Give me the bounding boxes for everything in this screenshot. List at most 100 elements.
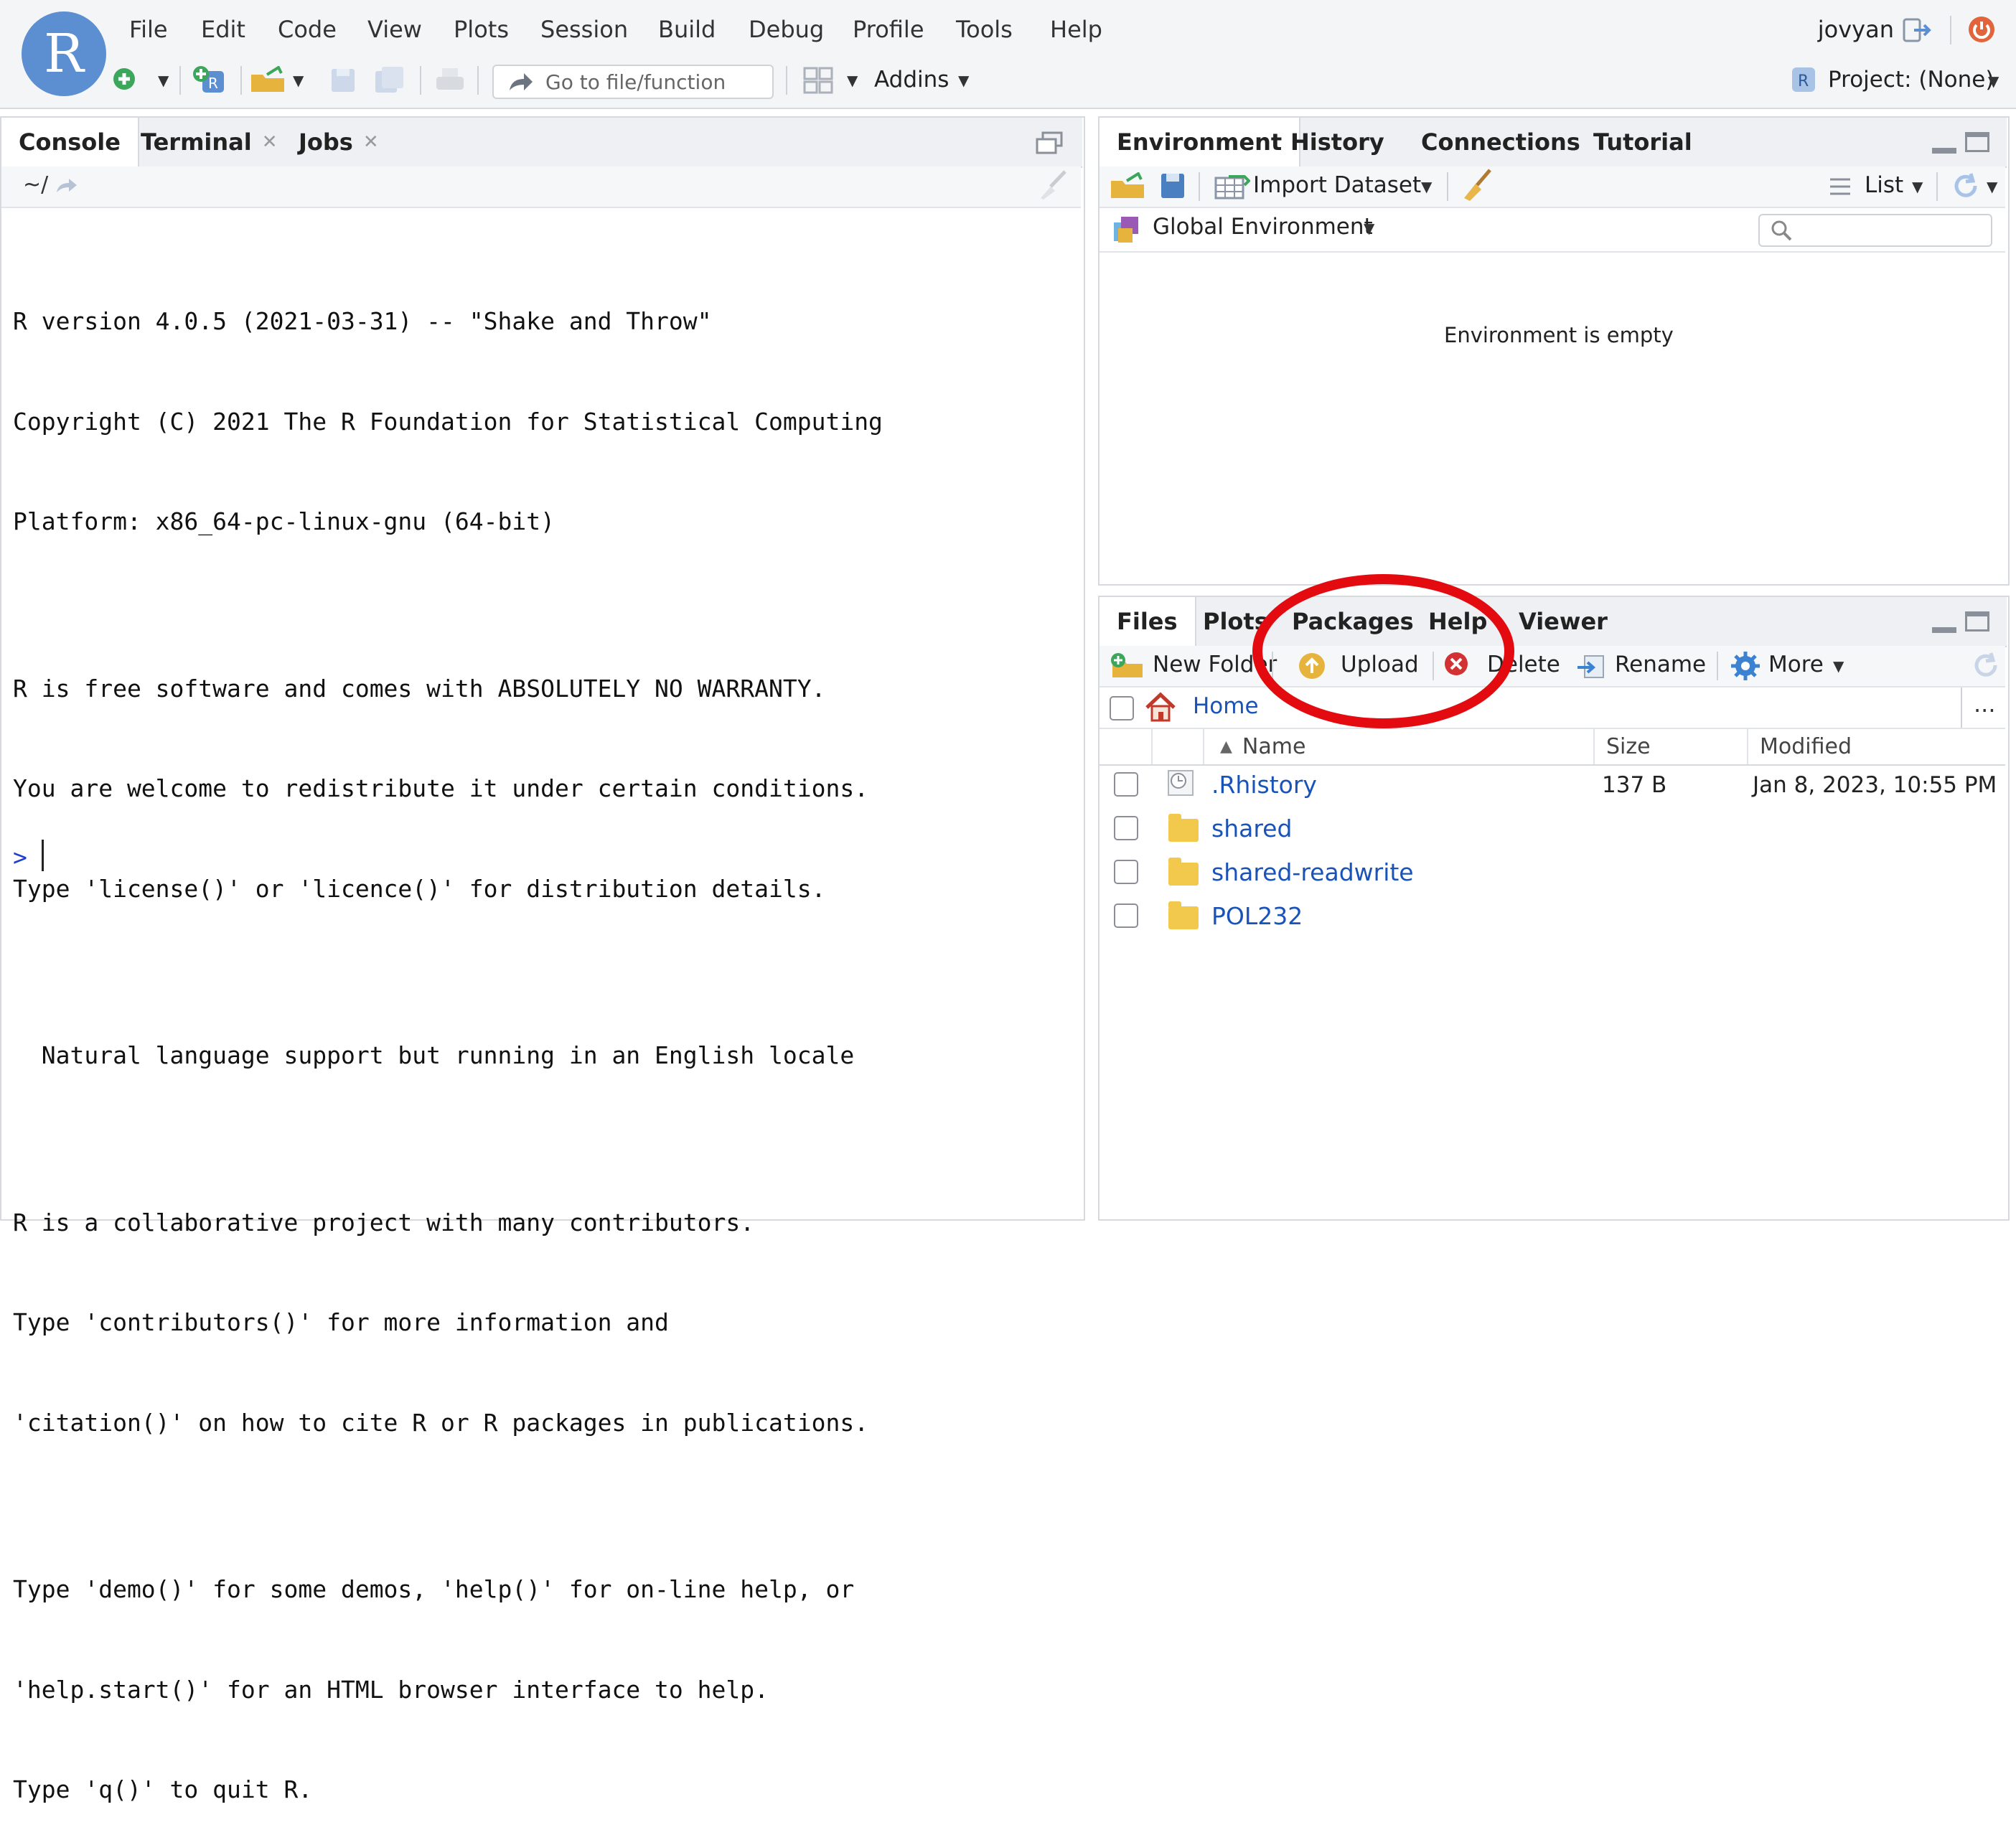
save-workspace-icon[interactable]	[1160, 172, 1186, 200]
highlight-ring	[1252, 574, 1514, 728]
grid-dropdown[interactable]: ▼	[847, 72, 858, 89]
broom-icon[interactable]	[1461, 168, 1493, 201]
tab-viewer[interactable]: Viewer	[1501, 597, 1625, 646]
menu-edit[interactable]: Edit	[201, 16, 245, 43]
environment-search-input[interactable]	[1758, 214, 1992, 247]
print-icon[interactable]	[435, 66, 465, 95]
menu-help[interactable]: Help	[1050, 16, 1102, 43]
file-name[interactable]: POL232	[1211, 902, 1303, 930]
tab-console[interactable]: Console	[1, 118, 139, 166]
tab-connections[interactable]: Connections	[1404, 118, 1598, 166]
logout-icon[interactable]	[1902, 16, 1933, 44]
separator	[1593, 728, 1595, 764]
more-caret-icon: ▼	[1833, 657, 1844, 675]
column-name[interactable]: ▲ Name	[1220, 728, 1305, 764]
save-all-icon[interactable]	[373, 65, 406, 96]
new-file-icon[interactable]	[111, 66, 137, 92]
maximize-icon[interactable]	[1965, 132, 1989, 152]
project-caret-icon: ▼	[1988, 72, 1999, 90]
console-line: Type 'demo()' for some demos, 'help()' f…	[13, 1575, 855, 1603]
tab-history[interactable]: History	[1273, 118, 1402, 166]
menu-tools[interactable]: Tools	[956, 16, 1013, 43]
tab-jobs[interactable]: Jobs ✕	[281, 118, 396, 166]
minimize-icon[interactable]	[1932, 627, 1956, 633]
column-modified[interactable]: Modified	[1760, 728, 1852, 764]
menu-file[interactable]: File	[129, 16, 168, 43]
row-checkbox[interactable]	[1114, 903, 1138, 928]
tab-terminal[interactable]: Terminal ✕	[123, 118, 295, 166]
close-icon[interactable]: ✕	[262, 131, 278, 153]
separator	[240, 66, 242, 95]
tab-files[interactable]: Files	[1100, 597, 1196, 646]
open-dropdown[interactable]: ▼	[293, 72, 304, 89]
power-icon[interactable]	[1966, 14, 1997, 44]
file-row[interactable]: .Rhistory 137 B Jan 8, 2023, 10:55 PM	[1100, 766, 2002, 810]
breadcrumb-home[interactable]: Home	[1193, 693, 1259, 719]
tab-tutorial[interactable]: Tutorial	[1576, 118, 1710, 166]
maximize-icon[interactable]	[1965, 611, 1989, 632]
row-checkbox[interactable]	[1114, 860, 1138, 884]
goto-file-function-input[interactable]: Go to file/function	[492, 65, 774, 99]
restore-pane-icon[interactable]	[1035, 131, 1064, 155]
load-workspace-icon[interactable]	[1110, 172, 1147, 201]
goto-dir-icon[interactable]	[55, 177, 79, 195]
refresh-icon[interactable]	[1951, 171, 1981, 201]
menu-session[interactable]: Session	[540, 16, 628, 43]
separator	[1950, 16, 1951, 44]
view-mode-menu[interactable]: List	[1865, 172, 1903, 198]
import-dataset-button[interactable]: Import Dataset	[1253, 172, 1421, 198]
separator	[1151, 728, 1153, 764]
svg-text:R: R	[208, 75, 218, 92]
save-icon[interactable]	[329, 66, 357, 95]
column-size[interactable]: Size	[1606, 728, 1651, 764]
file-row[interactable]: shared-readwrite	[1100, 854, 2002, 898]
file-name[interactable]: shared-readwrite	[1211, 858, 1414, 886]
file-name[interactable]: .Rhistory	[1211, 771, 1317, 799]
console-input-cursor[interactable]	[42, 840, 44, 871]
menu-profile[interactable]: Profile	[853, 16, 924, 43]
environment-scope-menu[interactable]: Global Environment	[1153, 214, 1373, 240]
file-name[interactable]: shared	[1211, 815, 1292, 842]
folder-icon	[1168, 901, 1199, 929]
select-all-checkbox[interactable]	[1110, 696, 1134, 720]
separator	[179, 66, 181, 95]
menu-plots[interactable]: Plots	[454, 16, 509, 43]
more-path-button[interactable]: ...	[1974, 690, 1996, 718]
home-icon[interactable]	[1144, 692, 1177, 722]
minimize-icon[interactable]	[1932, 148, 1956, 154]
username: jovyan	[1817, 16, 1894, 43]
refresh-caret-icon[interactable]: ▼	[1987, 178, 1997, 195]
import-dataset-caret-icon: ▼	[1421, 178, 1433, 195]
rename-button[interactable]: Rename	[1615, 652, 1706, 677]
project-icon: R	[1789, 65, 1818, 95]
goto-arrow-icon	[510, 73, 533, 90]
console-path[interactable]: ~/	[23, 172, 48, 197]
file-row[interactable]: shared	[1100, 810, 2002, 854]
new-file-dropdown[interactable]: ▼	[158, 72, 169, 89]
console-prompt: >	[13, 843, 27, 871]
addins-menu[interactable]: Addins	[874, 67, 949, 93]
broom-icon[interactable]	[1035, 169, 1069, 201]
console-line: You are welcome to redistribute it under…	[13, 774, 869, 802]
file-row[interactable]: POL232	[1100, 898, 2002, 942]
environment-icon	[1114, 217, 1138, 243]
open-folder-icon[interactable]	[250, 66, 287, 95]
row-checkbox[interactable]	[1114, 772, 1138, 797]
new-project-icon[interactable]: R	[190, 63, 229, 98]
menu-build[interactable]: Build	[658, 16, 716, 43]
menu-debug[interactable]: Debug	[749, 16, 824, 43]
menu-view[interactable]: View	[367, 16, 422, 43]
project-menu[interactable]: Project: (None)	[1828, 67, 1994, 93]
tab-environment[interactable]: Environment	[1100, 118, 1301, 166]
row-checkbox[interactable]	[1114, 816, 1138, 840]
refresh-icon[interactable]	[1971, 650, 2001, 680]
grid-icon[interactable]	[802, 66, 834, 95]
console-line: Type 'contributors()' for more informati…	[13, 1308, 669, 1336]
file-size: 137 B	[1602, 772, 1667, 798]
more-menu[interactable]: More	[1768, 652, 1824, 677]
separator	[1936, 172, 1938, 201]
close-icon[interactable]: ✕	[363, 131, 379, 153]
scope-caret-icon: ▼	[1364, 220, 1375, 237]
console-line: Copyright (C) 2021 The R Foundation for …	[13, 407, 883, 436]
menu-code[interactable]: Code	[278, 16, 337, 43]
